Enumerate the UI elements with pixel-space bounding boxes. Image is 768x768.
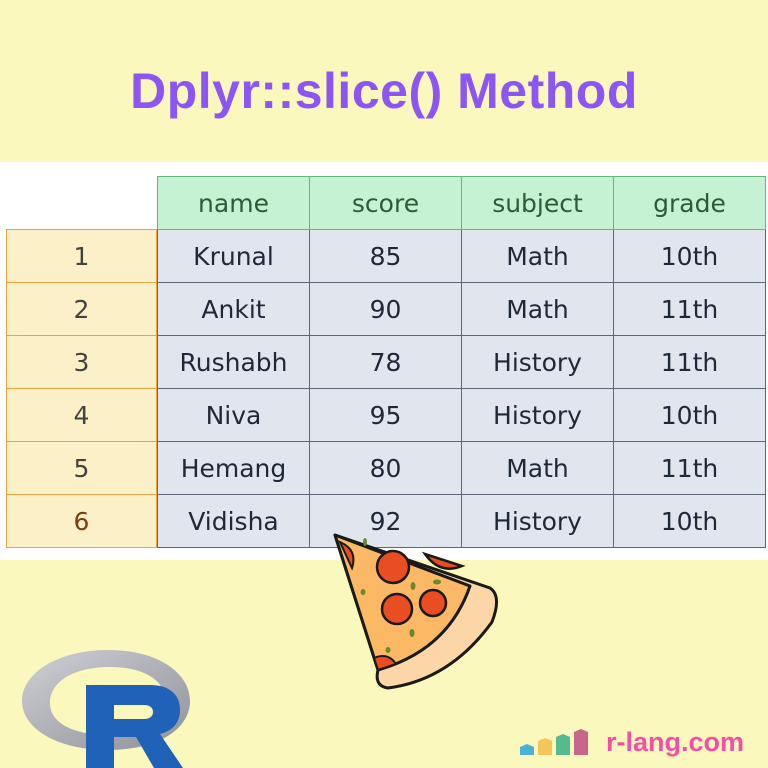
cell-grade: 11th [613, 441, 766, 495]
column-header-subject: subject [461, 176, 614, 230]
page-title: Dplyr::slice() Method [130, 63, 638, 119]
row-index: 1 [6, 229, 157, 283]
cell-grade: 10th [613, 229, 766, 283]
table-row: Krunal 85 Math 10th [157, 229, 766, 283]
cell-grade: 11th [613, 335, 766, 389]
cell-name: Vidisha [157, 494, 310, 548]
title-banner: Dplyr::slice() Method [0, 0, 768, 162]
cell-name: Krunal [157, 229, 310, 283]
cell-score: 80 [309, 441, 462, 495]
cell-grade: 10th [613, 494, 766, 548]
r-logo-icon [22, 650, 190, 768]
brand-text: r-lang.com [606, 726, 745, 757]
row-index: 3 [6, 335, 157, 389]
row-index: 2 [6, 282, 157, 336]
cell-score: 95 [309, 388, 462, 442]
cell-subject: Math [461, 441, 614, 495]
cell-subject: Math [461, 282, 614, 336]
row-index: 6 [6, 494, 157, 548]
row-index-column: 1 2 3 4 5 6 [6, 229, 157, 548]
table-row: Rushabh 78 History 11th [157, 335, 766, 389]
table-row: Ankit 90 Math 11th [157, 282, 766, 336]
cell-score: 78 [309, 335, 462, 389]
cell-name: Rushabh [157, 335, 310, 389]
table-row: Hemang 80 Math 11th [157, 441, 766, 495]
bar-chart-icon [520, 729, 588, 755]
data-table: name score subject grade Krunal 85 Math … [157, 176, 766, 548]
row-index: 4 [6, 388, 157, 442]
cell-name: Ankit [157, 282, 310, 336]
cell-grade: 10th [613, 388, 766, 442]
column-header-name: name [157, 176, 310, 230]
cell-subject: History [461, 388, 614, 442]
row-index: 5 [6, 441, 157, 495]
column-header-grade: grade [613, 176, 766, 230]
cell-name: Niva [157, 388, 310, 442]
cell-grade: 11th [613, 282, 766, 336]
cell-score: 85 [309, 229, 462, 283]
cell-score: 90 [309, 282, 462, 336]
table-row: Niva 95 History 10th [157, 388, 766, 442]
header-row: name score subject grade [157, 176, 766, 230]
column-header-score: score [309, 176, 462, 230]
brand-logo[interactable]: r-lang.com [518, 722, 744, 762]
cell-subject: History [461, 335, 614, 389]
cell-name: Hemang [157, 441, 310, 495]
cell-subject: Math [461, 229, 614, 283]
pizza-slice-icon [333, 533, 498, 690]
